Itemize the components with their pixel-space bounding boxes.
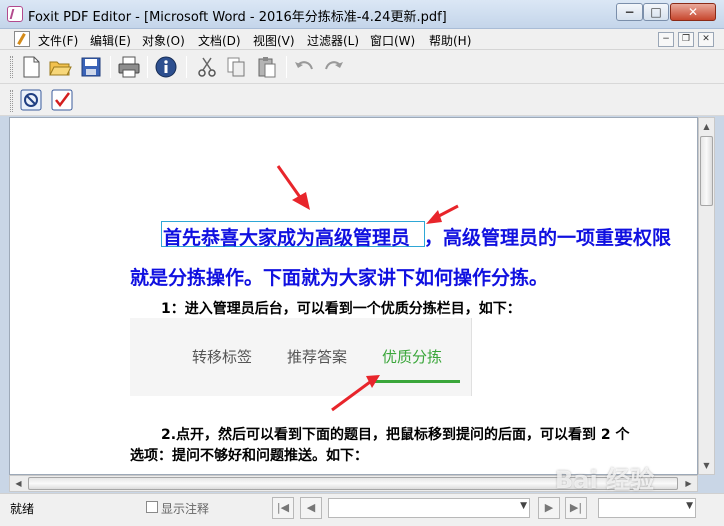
previous-page-icon: ◀ <box>306 501 316 514</box>
menu-object[interactable]: 对象(O) <box>142 32 185 49</box>
toolbar-separator <box>286 56 287 78</box>
toolbar-separator <box>110 56 111 78</box>
vertical-scroll-thumb[interactable] <box>700 136 713 206</box>
document-menu-icon[interactable] <box>14 31 30 47</box>
last-page-button[interactable]: ▶| <box>565 497 587 519</box>
vertical-scrollbar[interactable]: ▲ ▼ <box>698 117 715 475</box>
scroll-up-icon[interactable]: ▲ <box>699 118 714 135</box>
zoom-field[interactable]: ▼ <box>598 498 696 518</box>
chevron-down-icon[interactable]: ▼ <box>686 501 693 511</box>
close-icon: ✕ <box>687 5 699 19</box>
paste-icon[interactable] <box>255 55 279 79</box>
show-annotations-checkbox[interactable] <box>146 501 158 513</box>
last-page-icon: ▶| <box>569 501 583 514</box>
chevron-down-icon[interactable]: ▼ <box>520 501 527 511</box>
first-page-icon: |◀ <box>276 501 290 514</box>
scroll-left-icon[interactable]: ◀ <box>10 476 27 491</box>
menu-view[interactable]: 视图(V) <box>253 32 295 49</box>
menu-file[interactable]: 文件(F) <box>38 32 78 49</box>
open-folder-icon[interactable] <box>48 55 72 79</box>
checkmark-icon[interactable] <box>50 88 74 112</box>
next-page-icon: ▶ <box>544 501 554 514</box>
cut-icon[interactable] <box>195 55 219 79</box>
red-arrow-icon <box>426 204 459 224</box>
mdi-restore-button[interactable]: ❐ <box>678 32 694 47</box>
toolbar-separator <box>186 56 187 78</box>
menu-help[interactable]: 帮助(H) <box>429 32 471 49</box>
title-bar: Foxit PDF Editor - [Microsoft Word - 201… <box>0 0 724 29</box>
mdi-minimize-button[interactable]: − <box>658 32 674 47</box>
main-toolbar <box>0 50 724 84</box>
document-view[interactable]: 首先恭喜大家成为高级管理员 ，高级管理员的一项重要权限 就是分拣操作。下面就为大… <box>9 117 698 475</box>
status-text: 就绪 <box>10 502 35 516</box>
first-page-button[interactable]: |◀ <box>272 497 294 519</box>
menu-bar: 文件(F) 编辑(E) 对象(O) 文档(D) 视图(V) 过滤器(L) 窗口(… <box>0 29 724 50</box>
foxit-app-icon <box>7 6 23 22</box>
maximize-button[interactable]: □ <box>643 3 669 21</box>
scroll-right-icon[interactable]: ▶ <box>680 476 697 491</box>
baidu-watermark: Bai 经验 <box>555 466 655 494</box>
toolbar-separator <box>147 56 148 78</box>
stop-icon[interactable] <box>19 88 43 112</box>
info-icon[interactable] <box>154 55 178 79</box>
menu-document[interactable]: 文档(D) <box>198 32 241 49</box>
secondary-toolbar <box>0 84 724 116</box>
new-document-icon[interactable] <box>19 55 43 79</box>
window-title: Foxit PDF Editor - [Microsoft Word - 201… <box>28 10 447 25</box>
previous-page-button[interactable]: ◀ <box>300 497 322 519</box>
scroll-down-icon[interactable]: ▼ <box>699 457 714 474</box>
next-page-button[interactable]: ▶ <box>538 497 560 519</box>
close-button[interactable]: ✕ <box>670 3 716 21</box>
toolbar-grip[interactable] <box>10 56 13 78</box>
red-arrow-icon <box>276 165 310 210</box>
mdi-close-button[interactable]: ✕ <box>698 32 714 47</box>
undo-icon[interactable] <box>292 55 316 79</box>
page-number-field[interactable]: ▼ <box>328 498 530 518</box>
menu-filter[interactable]: 过滤器(L) <box>307 32 359 49</box>
show-annotations-label: 显示注释 <box>161 502 210 516</box>
minimize-icon: − <box>624 5 635 19</box>
menu-edit[interactable]: 编辑(E) <box>90 32 131 49</box>
maximize-icon: □ <box>650 5 662 19</box>
redo-icon[interactable] <box>322 55 346 79</box>
print-icon[interactable] <box>117 55 141 79</box>
copy-icon[interactable] <box>224 55 248 79</box>
minimize-button[interactable]: − <box>616 3 643 21</box>
save-icon[interactable] <box>79 55 103 79</box>
status-bar: 就绪 显示注释 |◀ ◀ ▼ ▶ ▶| ▼ <box>0 493 724 526</box>
red-arrow-icon <box>331 375 380 412</box>
menu-window[interactable]: 窗口(W) <box>370 32 415 49</box>
toolbar-grip[interactable] <box>10 90 13 112</box>
annotation-arrows <box>276 165 459 412</box>
